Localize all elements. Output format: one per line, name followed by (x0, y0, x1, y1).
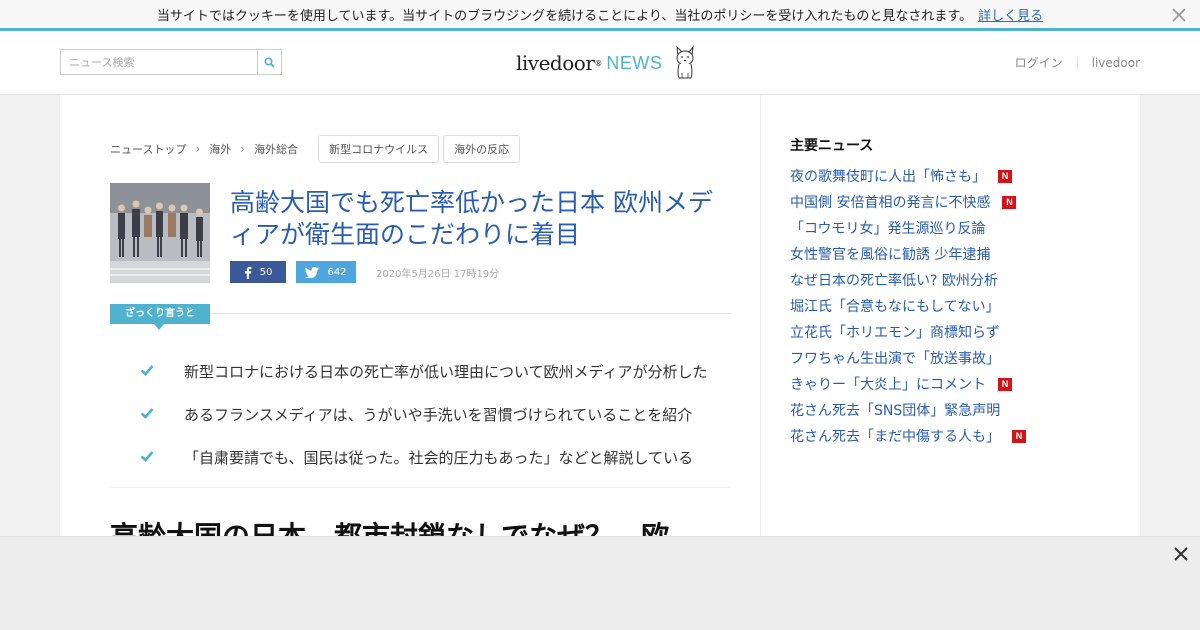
top-news-item-label: 女性警官を風俗に勧誘 少年逮捕 (790, 247, 991, 263)
header-links: ログイン livedoor (1015, 54, 1140, 71)
new-badge: N (998, 377, 1012, 391)
chevron-right-icon: › (195, 142, 201, 156)
logo-news: NEWS (606, 52, 663, 73)
facebook-share-button[interactable]: 50 (230, 261, 286, 283)
top-news-item-label: 花さん死去「SNS団体」緊急声明 (790, 403, 1001, 419)
tag-overseas-reaction[interactable]: 海外の反応 (443, 135, 521, 163)
summary-point-text: あるフランスメディアは、うがいや手洗いを習慣づけられていることを紹介 (184, 406, 693, 424)
article-date: 2020年5月26日 17時19分 (376, 269, 500, 280)
summary-point: あるフランスメディアは、うがいや手洗いを習慣づけられていることを紹介 (140, 391, 740, 434)
top-news-item[interactable]: 「コウモリ女」発生源巡り反論 (790, 215, 1026, 241)
search-button[interactable] (257, 49, 282, 75)
logo-livedoor: livedoor (516, 51, 595, 75)
new-badge: N (1002, 195, 1017, 209)
top-news-item[interactable]: フワちゃん生出演で「放送事故」 (790, 345, 1026, 371)
cookie-consent-bar: 当サイトではクッキーを使用しています。当サイトのブラウジングを続けることにより、… (0, 0, 1200, 31)
chevron-right-icon: › (240, 142, 246, 156)
checkmark-icon (140, 450, 154, 462)
breadcrumb-overseas-general[interactable]: 海外総合 (254, 141, 298, 157)
breadcrumb-news-top[interactable]: ニューストップ (110, 141, 186, 157)
twitter-count: 642 (327, 266, 347, 278)
close-icon[interactable] (1170, 6, 1188, 24)
login-link[interactable]: ログイン (1015, 54, 1063, 71)
top-news-item-label: フワちゃん生出演で「放送事故」 (790, 351, 1000, 367)
top-news-item-label: 花さん死去「まだ中傷する人も」 (790, 429, 1000, 445)
summary-label: ざっくり言うと (110, 304, 210, 330)
top-news-item-label: きゃりー「大炎上」にコメント (790, 377, 986, 393)
search-input[interactable] (60, 49, 257, 75)
top-news-item-label: 「コウモリ女」発生源巡り反論 (790, 221, 986, 237)
top-news-item[interactable]: 中国側 安倍首相の発言に不快感 N (790, 189, 1026, 215)
twitter-icon (305, 266, 320, 278)
cookie-more-link[interactable]: 詳しく見る (978, 5, 1043, 24)
dog-mascot-icon (676, 45, 695, 79)
top-news-item[interactable]: 女性警官を風俗に勧誘 少年逮捕 (790, 241, 1026, 267)
top-news-item-label: 中国側 安倍首相の発言に不快感 (790, 195, 991, 211)
site-header: livedoor® NEWS ログイン livedoor (0, 31, 1200, 95)
new-badge: N (1012, 429, 1026, 443)
top-news-item-label: なぜ日本の死亡率低い? 欧州分析 (790, 273, 998, 289)
crowd-photo-image (110, 183, 210, 283)
top-news-item-label: 堀江氏「合意もなにもしてない」 (790, 299, 1000, 315)
twitter-share-button[interactable]: 642 (296, 261, 356, 283)
header-divider (1076, 56, 1078, 69)
article-title[interactable]: 高齢大国でも死亡率低かった日本 欧州メディアが衛生面のこだわりに着目 (230, 187, 730, 251)
top-news-item[interactable]: 堀江氏「合意もなにもしてない」 (790, 293, 1026, 319)
top-news-list: 夜の歌舞伎町に人出「怖さも」 N 中国側 安倍首相の発言に不快感 N 「コウモリ女」発生… (790, 163, 1026, 449)
search-icon (264, 56, 275, 68)
site-logo[interactable]: livedoor ® NEWS (516, 43, 698, 83)
summary-point-text: 新型コロナにおける日本の死亡率が低い理由について欧州メディアが分析した (184, 363, 708, 381)
top-news-item[interactable]: 花さん死去「まだ中傷する人も」 N (790, 423, 1026, 449)
top-news-item[interactable]: 夜の歌舞伎町に人出「怖さも」 N (790, 163, 1026, 189)
checkmark-icon (140, 407, 154, 419)
top-news-item[interactable]: 花さん死去「SNS団体」緊急声明 (790, 397, 1026, 423)
facebook-count: 50 (259, 266, 273, 278)
bottom-ad-overlay (0, 536, 1200, 630)
summary-point: 新型コロナにおける日本の死亡率が低い理由について欧州メディアが分析した (140, 348, 740, 391)
tag-coronavirus[interactable]: 新型コロナウイルス (318, 135, 440, 163)
summary-point: 「自粛要請でも、国民は従った。社会的圧力もあった」などと解説している (140, 434, 740, 477)
livedoor-link[interactable]: livedoor (1092, 56, 1140, 70)
top-news-item-label: 夜の歌舞伎町に人出「怖さも」 (790, 169, 986, 185)
new-badge: N (998, 169, 1012, 183)
summary-divider (210, 313, 730, 314)
summary-point-text: 「自粛要請でも、国民は従った。社会的圧力もあった」などと解説している (184, 449, 694, 467)
top-news-item[interactable]: きゃりー「大炎上」にコメント N (790, 371, 1026, 397)
breadcrumb: ニューストップ › 海外 › 海外総合 新型コロナウイルス 海外の反応 (110, 135, 521, 163)
search-box (60, 49, 282, 75)
article-thumbnail[interactable] (110, 183, 210, 283)
close-icon[interactable] (1172, 545, 1190, 563)
logo-registered-mark: ® (594, 58, 603, 68)
top-news-item[interactable]: なぜ日本の死亡率低い? 欧州分析 (790, 267, 1026, 293)
facebook-icon (244, 266, 252, 279)
cookie-message: 当サイトではクッキーを使用しています。当サイトのブラウジングを続けることにより、… (156, 8, 973, 24)
summary-points: 新型コロナにおける日本の死亡率が低い理由について欧州メディアが分析した あるフラ… (140, 348, 740, 477)
summary-bottom-divider (110, 487, 730, 488)
sidebar-title: 主要ニュース (790, 138, 874, 154)
checkmark-icon (140, 364, 154, 376)
breadcrumb-overseas[interactable]: 海外 (209, 141, 231, 157)
top-news-item[interactable]: 立花氏「ホリエモン」商標知らず (790, 319, 1026, 345)
top-news-item-label: 立花氏「ホリエモン」商標知らず (790, 325, 1000, 341)
